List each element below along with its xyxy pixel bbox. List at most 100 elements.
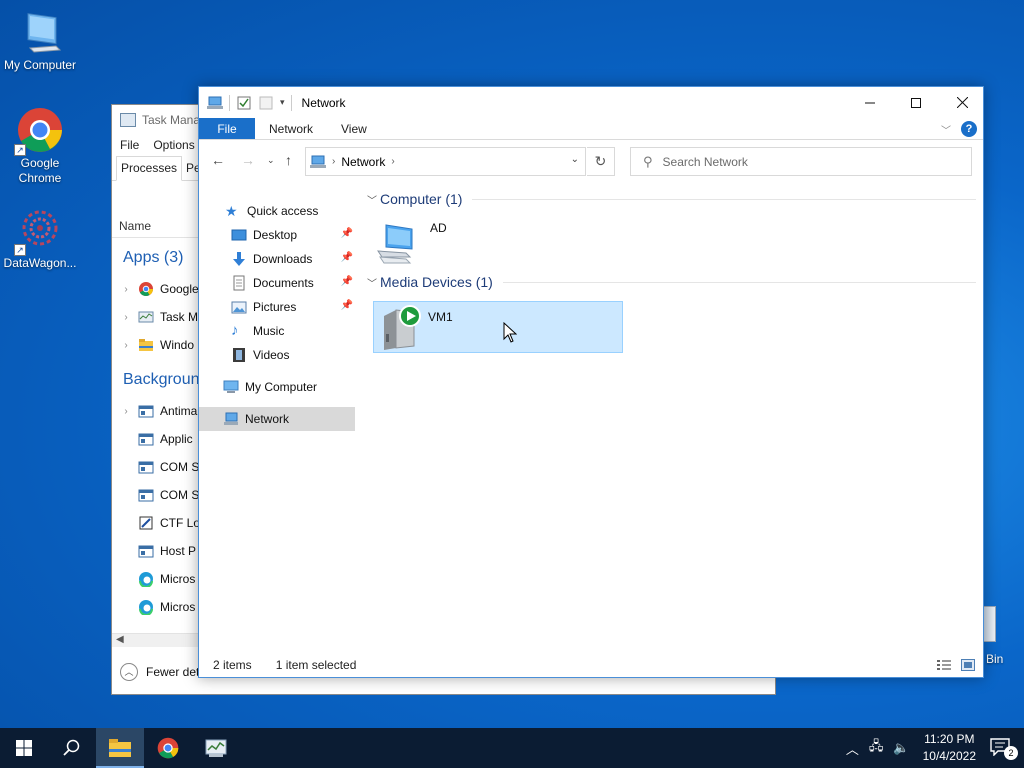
breadcrumb-network[interactable]: Network — [341, 155, 385, 169]
customize-toolbar-icon[interactable]: ▾ — [280, 97, 285, 108]
desktop-icon-my-computer[interactable]: My Computer — [0, 8, 80, 73]
search-button[interactable] — [48, 728, 96, 768]
clock[interactable]: 11:20 PM 10/4/2022 — [923, 731, 976, 765]
nav-item-quick-access[interactable]: ★ Quick access — [199, 199, 355, 223]
expand-ribbon-icon[interactable]: ﹀ — [941, 122, 951, 137]
expand-chevron-icon[interactable]: › — [118, 284, 134, 295]
process-name: COM S — [160, 460, 200, 474]
nav-item-network[interactable]: Network — [199, 407, 355, 431]
expand-chevron-icon[interactable]: › — [118, 406, 134, 417]
edge-icon — [139, 600, 153, 615]
task-manager-icon — [120, 113, 136, 127]
search-placeholder: Search Network — [662, 154, 748, 169]
pen-icon — [139, 516, 153, 530]
back-arrow-icon[interactable]: ← — [211, 152, 225, 168]
maximize-icon — [911, 97, 921, 108]
datawagon-icon: ↗ — [14, 206, 64, 256]
tab-file[interactable]: File — [199, 118, 255, 139]
expand-chevron-icon[interactable]: › — [118, 312, 134, 323]
computer-icon — [377, 224, 413, 264]
service-icon — [138, 461, 154, 474]
breadcrumb-chevron-icon[interactable]: › — [391, 156, 394, 167]
refresh-button[interactable]: ↻ — [587, 147, 615, 176]
pin-icon[interactable]: 📌 — [341, 252, 353, 263]
taskbar-task-manager[interactable] — [192, 728, 240, 768]
taskbar-chrome[interactable] — [144, 728, 192, 768]
item-label: VM1 — [428, 310, 453, 324]
menu-file[interactable]: File — [120, 138, 139, 152]
start-button[interactable] — [0, 728, 48, 768]
notification-center-button[interactable]: 2 — [990, 738, 1018, 760]
notification-badge: 2 — [1004, 746, 1018, 760]
pin-icon[interactable]: 📌 — [341, 276, 353, 287]
nav-item-music[interactable]: ♪ Music — [199, 319, 355, 343]
item-label: AD — [430, 221, 447, 235]
close-button[interactable] — [939, 87, 983, 118]
nav-item-videos[interactable]: Videos — [199, 343, 355, 367]
desktop-icon-google-chrome[interactable]: ↗ Google Chrome — [0, 106, 80, 186]
desktop-icon-datawagon[interactable]: ↗ DataWagon... — [0, 206, 80, 271]
recycle-bin-icon[interactable] — [984, 606, 996, 642]
clock-date: 10/4/2022 — [922, 749, 976, 763]
collapse-chevron-icon[interactable]: ﹀ — [364, 192, 380, 207]
navigation-bar: ← → ⌄ ↑ › Network › ⌄ ↻ ⚲ Search Network — [199, 143, 983, 179]
large-icons-view-icon[interactable] — [961, 659, 975, 671]
nav-item-documents[interactable]: Documents 📌 — [199, 271, 355, 295]
close-icon — [956, 97, 968, 108]
shortcut-arrow-icon: ↗ — [14, 144, 26, 156]
address-dropdown-icon[interactable]: ⌄ — [571, 154, 579, 165]
music-note-icon: ♪ — [231, 322, 239, 339]
tab-network[interactable]: Network — [255, 118, 327, 139]
forward-arrow-icon[interactable]: → — [241, 152, 255, 168]
nav-item-my-computer[interactable]: My Computer — [199, 375, 355, 399]
nav-item-pictures[interactable]: Pictures 📌 — [199, 295, 355, 319]
taskbar-file-explorer[interactable] — [96, 728, 144, 768]
help-icon[interactable]: ? — [961, 121, 977, 137]
network-item-ad[interactable]: AD — [376, 221, 626, 267]
pin-icon[interactable]: 📌 — [341, 300, 353, 311]
address-bar[interactable]: › Network › ⌄ — [305, 147, 586, 176]
task-manager-icon — [205, 739, 227, 757]
up-arrow-icon[interactable]: ↑ — [285, 152, 292, 168]
desktop-icon-label: Google Chrome — [18, 156, 62, 185]
network-item-vm1[interactable]: VM1 — [373, 301, 623, 353]
recent-locations-chevron-icon[interactable]: ⌄ — [267, 155, 275, 166]
network-status-icon[interactable]: 🖧 — [869, 737, 884, 759]
view-buttons — [937, 659, 975, 671]
tab-processes[interactable]: Processes — [116, 156, 183, 181]
column-header-name[interactable]: Name — [119, 219, 151, 233]
menu-options[interactable]: Options — [153, 138, 194, 152]
collapse-chevron-icon[interactable]: ﹀ — [364, 275, 380, 290]
breadcrumb-chevron-icon[interactable]: › — [332, 156, 335, 167]
pin-icon[interactable]: 📌 — [341, 228, 353, 239]
minimize-button[interactable] — [847, 87, 893, 118]
fewer-details-button[interactable]: ︿ Fewer det — [120, 663, 199, 681]
window-title: Network — [301, 95, 346, 110]
new-folder-icon[interactable] — [258, 96, 274, 110]
group-heading: Computer (1) — [380, 191, 463, 207]
file-explorer-window[interactable]: ▾ Network File Network View ﹀ ? ← → ⌄ ↑ … — [198, 86, 984, 678]
group-header-background: Backgroun — [123, 371, 200, 388]
nav-item-label: Desktop — [253, 228, 298, 242]
details-view-icon[interactable] — [937, 659, 951, 671]
maximize-button[interactable] — [893, 87, 939, 118]
process-name: CTF Lo — [160, 516, 201, 530]
nav-item-desktop[interactable]: Desktop 📌 — [199, 223, 355, 247]
explorer-titlebar[interactable]: ▾ Network — [199, 87, 983, 118]
expand-chevron-icon[interactable]: › — [118, 340, 134, 351]
group-header-media-devices[interactable]: ﹀ Media Devices (1) — [364, 271, 976, 293]
search-box[interactable]: ⚲ Search Network — [630, 147, 972, 176]
speaker-icon[interactable]: 🔈 — [893, 740, 909, 756]
chevron-up-icon[interactable]: ︿ — [846, 739, 859, 758]
chrome-icon — [157, 737, 179, 759]
process-name: Windo — [160, 338, 195, 352]
pictures-icon — [231, 301, 247, 314]
minimize-icon — [865, 102, 875, 103]
scroll-left-icon[interactable]: ◀ — [116, 634, 124, 645]
group-header-computer[interactable]: ﹀ Computer (1) — [364, 188, 976, 210]
nav-item-downloads[interactable]: Downloads 📌 — [199, 247, 355, 271]
tab-view[interactable]: View — [327, 118, 381, 139]
process-name: Micros — [160, 572, 196, 586]
properties-icon[interactable] — [236, 96, 252, 110]
nav-item-label: Videos — [253, 348, 290, 362]
